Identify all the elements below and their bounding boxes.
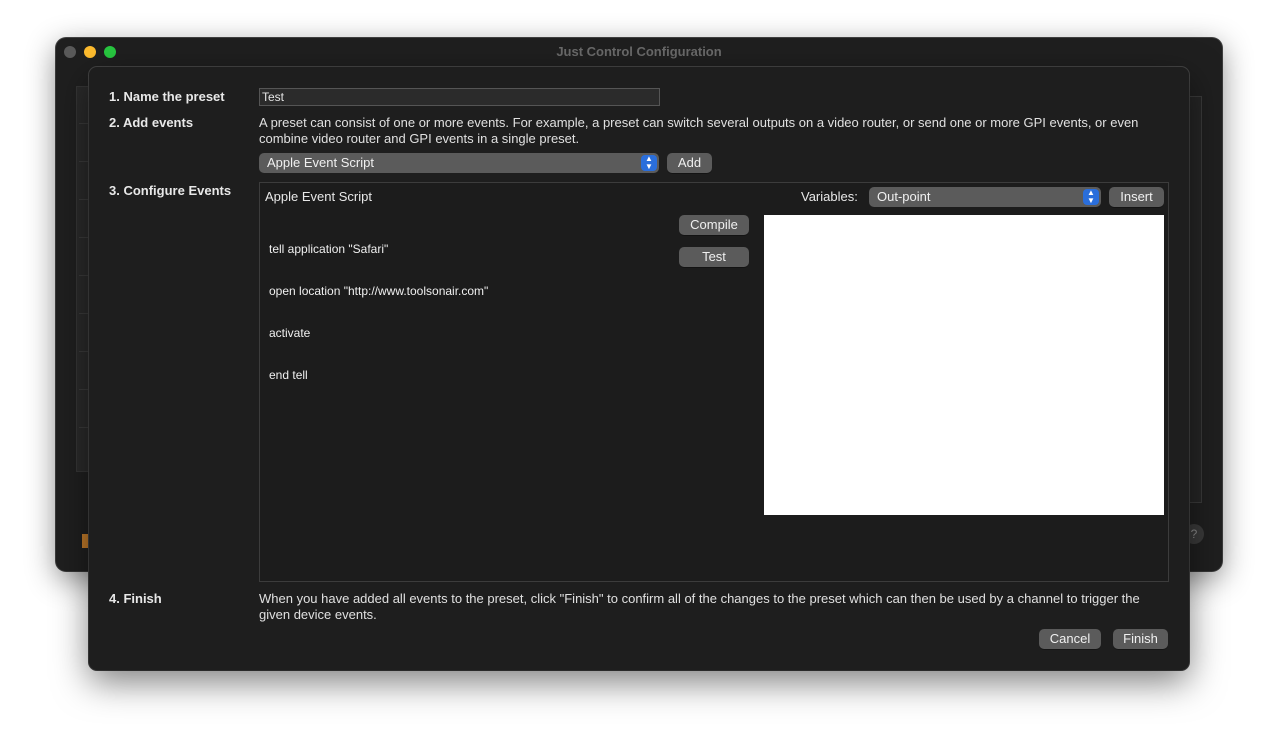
status-indicator bbox=[82, 534, 88, 548]
window-title: Just Control Configuration bbox=[556, 44, 722, 59]
popup-arrows-icon: ▲ ▼ bbox=[641, 155, 657, 171]
title-bar: Just Control Configuration bbox=[56, 38, 1222, 66]
cancel-button[interactable]: Cancel bbox=[1039, 629, 1101, 649]
preset-configuration-sheet: 1. Name the preset Test 2. Add events A … bbox=[89, 67, 1189, 670]
test-button[interactable]: Test bbox=[679, 247, 749, 267]
script-line: end tell bbox=[269, 368, 308, 382]
script-line: tell application "Safari" bbox=[269, 242, 389, 256]
step-finish-label: 4. Finish bbox=[109, 591, 162, 606]
background-panel bbox=[1188, 96, 1202, 503]
variables-value: Out-point bbox=[877, 189, 931, 204]
script-line: activate bbox=[269, 326, 311, 340]
variables-popup[interactable]: Out-point ▲ ▼ bbox=[869, 187, 1101, 207]
script-line: open location "http://www.toolsonair.com… bbox=[269, 284, 489, 298]
event-type-value: Apple Event Script bbox=[267, 155, 374, 170]
finish-description: When you have added all events to the pr… bbox=[259, 591, 1140, 622]
script-editor[interactable]: tell application "Safari" open location … bbox=[269, 214, 669, 410]
add-events-description: A preset can consist of one or more even… bbox=[259, 115, 1139, 146]
compile-button[interactable]: Compile bbox=[679, 215, 749, 235]
popup-arrows-icon: ▲ ▼ bbox=[1083, 189, 1099, 205]
preset-name-field[interactable]: Test bbox=[259, 88, 660, 106]
add-event-button[interactable]: Add bbox=[667, 153, 712, 173]
step-add-label: 2. Add events bbox=[109, 115, 194, 130]
event-config-panel: Apple Event Script Variables: Out-point … bbox=[259, 182, 1169, 582]
script-result-area[interactable] bbox=[764, 215, 1164, 515]
event-title: Apple Event Script bbox=[265, 189, 372, 204]
variables-label: Variables: bbox=[801, 189, 858, 204]
event-type-popup[interactable]: Apple Event Script ▲ ▼ bbox=[259, 153, 659, 173]
step-configure-label: 3. Configure Events bbox=[109, 183, 232, 198]
step-name-label: 1. Name the preset bbox=[109, 89, 225, 104]
insert-variable-button[interactable]: Insert bbox=[1109, 187, 1164, 207]
finish-button[interactable]: Finish bbox=[1113, 629, 1168, 649]
